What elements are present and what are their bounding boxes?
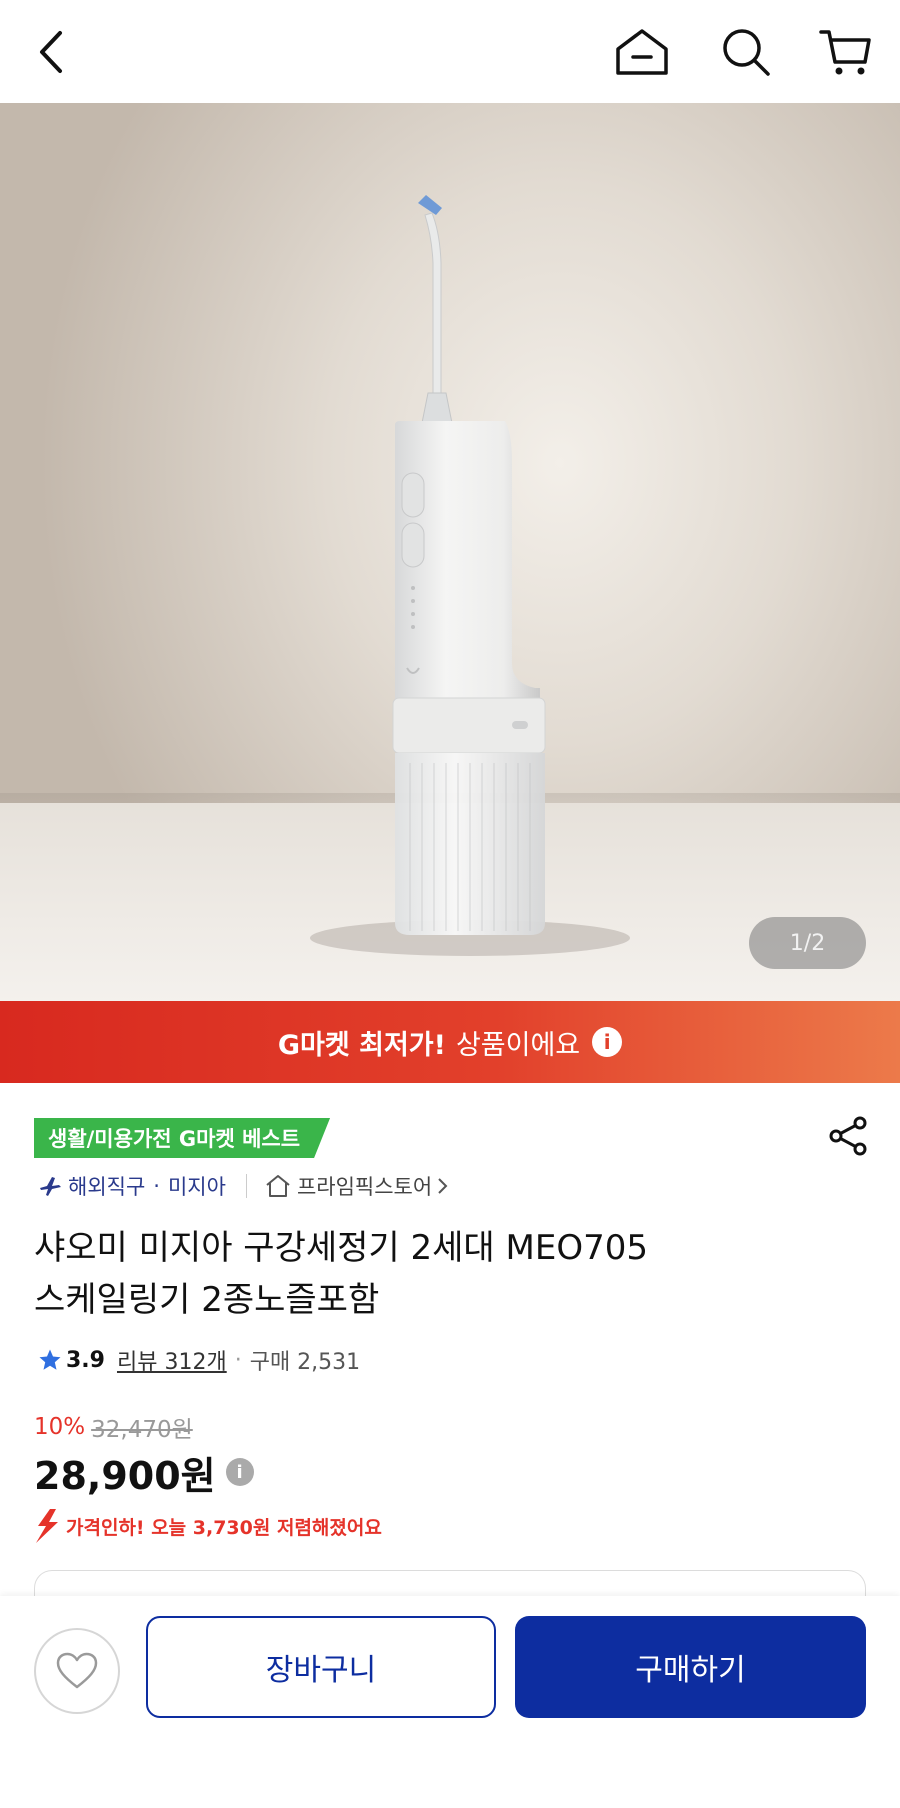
discount-row: 10% 32,470원 xyxy=(34,1410,193,1444)
wishlist-button[interactable] xyxy=(34,1628,120,1714)
product-image-gallery[interactable]: 1/2 xyxy=(0,103,900,1001)
info-icon[interactable]: i xyxy=(592,1027,623,1057)
overseas-direct-label[interactable]: 해외직구 xyxy=(68,1171,145,1201)
price-drop-notice: 가격인하! 오늘 3,730원 저렴해졌어요 xyxy=(34,1508,382,1544)
product-title-line1: 샤오미 미지아 구강세정기 2세대 MEO705 xyxy=(34,1228,648,1268)
buy-now-button[interactable]: 구매하기 xyxy=(515,1616,866,1718)
rating-row: 3.9 리뷰 312개 · 구매 2,531 xyxy=(38,1342,360,1378)
chevron-right-icon xyxy=(438,1178,448,1194)
airplane-icon xyxy=(40,1177,61,1196)
best-seller-badge[interactable]: 생활/미용가전 G마켓 베스트 xyxy=(34,1118,330,1158)
discount-rate: 10% xyxy=(34,1414,86,1440)
back-button[interactable] xyxy=(22,22,82,82)
store-link[interactable]: 프라임픽스토어 xyxy=(265,1171,450,1201)
home-icon xyxy=(616,29,668,75)
share-button[interactable] xyxy=(825,1113,871,1159)
banner-text: 상품이에요 xyxy=(455,1029,581,1061)
add-to-cart-button[interactable]: 장바구니 xyxy=(146,1616,496,1718)
price-info-icon[interactable]: i xyxy=(225,1458,254,1486)
original-price: 32,470원 xyxy=(91,1417,193,1443)
banner-strong-text: G마켓 최저가! xyxy=(277,1029,446,1061)
separator-dot: · xyxy=(234,1347,242,1373)
cart-button[interactable] xyxy=(816,22,876,82)
divider xyxy=(245,1174,247,1198)
chevron-left-icon xyxy=(40,31,62,73)
cart-icon xyxy=(819,30,871,75)
star-icon xyxy=(39,1349,61,1370)
price-drop-arrow-icon xyxy=(36,1509,58,1543)
lowest-price-banner[interactable]: G마켓 최저가! 상품이에요 i xyxy=(0,1001,900,1083)
purchase-count: 구매 2,531 xyxy=(249,1350,361,1375)
separator-dot: · xyxy=(153,1174,160,1198)
price-drop-text: 가격인하! 오늘 3,730원 저렴해졌어요 xyxy=(66,1516,382,1539)
home-button[interactable] xyxy=(612,22,672,82)
brand-link[interactable]: 미지아 xyxy=(168,1171,226,1201)
store-icon xyxy=(266,1175,290,1197)
search-button[interactable] xyxy=(716,22,776,82)
bottom-action-bar: 장바구니 구매하기 xyxy=(0,1596,900,1808)
sale-price: 28,900원 xyxy=(34,1453,216,1498)
rating-score: 3.9 xyxy=(66,1347,105,1373)
product-title: 샤오미 미지아 구강세정기 2세대 MEO705 스케일링기 2종노즐포함 xyxy=(34,1222,874,1326)
top-nav-bar xyxy=(0,0,900,103)
water-flosser-image xyxy=(310,195,630,956)
reviews-link[interactable]: 리뷰 312개 xyxy=(117,1344,227,1376)
store-name: 프라임픽스토어 xyxy=(296,1175,433,1199)
product-title-line2: 스케일링기 2종노즐포함 xyxy=(34,1280,380,1320)
price-row: 28,900원 i xyxy=(34,1446,254,1498)
heart-icon xyxy=(56,1652,98,1689)
gallery-pager: 1/2 xyxy=(749,917,866,969)
share-icon xyxy=(829,1116,867,1156)
search-icon xyxy=(723,29,770,76)
seller-meta-row: 해외직구 · 미지아 프라임픽스토어 xyxy=(38,1168,450,1204)
